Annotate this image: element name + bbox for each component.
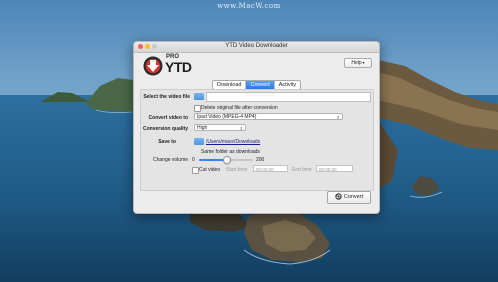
- select-video-label: Select the video file: [143, 94, 190, 100]
- tab-activity[interactable]: Activity: [275, 81, 300, 89]
- convert-format-select[interactable]: Ipad Video (MPEG-4 MP4) ⇕: [194, 113, 343, 120]
- quality-select[interactable]: High ⇕: [194, 124, 246, 131]
- app-logo: PRO YTD: [143, 54, 192, 78]
- volume-slider-fill: [199, 159, 226, 161]
- delete-original-checkbox[interactable]: [194, 105, 201, 112]
- window-title: YTD Video Downloader: [225, 43, 288, 49]
- cut-video-label: Cut video: [199, 167, 221, 173]
- download-disc-icon: [143, 56, 163, 76]
- select-arrows-icon: ⇕: [239, 126, 243, 131]
- select-arrows-icon: ⇕: [336, 115, 340, 120]
- same-folder-checkbox[interactable]: [194, 149, 201, 156]
- convert-to-label: Convert video to: [148, 115, 188, 121]
- same-folder-label: Same folder as downloads: [201, 149, 260, 155]
- folder-icon[interactable]: [194, 93, 204, 100]
- tab-download[interactable]: Download: [213, 81, 247, 89]
- convert-button-label: Convert: [343, 194, 364, 200]
- convert-format-value: Ipad Video (MPEG-4 MP4): [197, 114, 257, 120]
- quality-label: Conversion quality: [142, 126, 188, 132]
- watermark-text: www.MacW.com: [217, 2, 281, 10]
- volume-min-label: 0: [192, 157, 195, 163]
- folder-icon[interactable]: [194, 138, 204, 145]
- convert-button[interactable]: Convert: [327, 191, 371, 204]
- save-path-link[interactable]: /Users/mace/Downloads: [206, 139, 260, 145]
- help-button-label: Help: [351, 60, 362, 66]
- volume-label: Change volume: [153, 157, 189, 163]
- tab-convert[interactable]: Convert: [246, 81, 275, 89]
- volume-slider-thumb[interactable]: [223, 156, 231, 164]
- save-to-label: Save to: [158, 139, 176, 145]
- cut-video-checkbox[interactable]: [192, 167, 199, 174]
- quality-value: High: [197, 125, 208, 131]
- volume-max-label: 200: [256, 157, 265, 163]
- help-button[interactable]: Help▾: [344, 58, 372, 68]
- start-time-label: Start time: [226, 167, 248, 173]
- end-time-label: End time: [292, 167, 312, 173]
- end-time-input[interactable]: 00:00:00: [316, 165, 353, 172]
- start-time-input[interactable]: 00:00:00: [253, 165, 288, 172]
- video-file-input[interactable]: [206, 92, 371, 102]
- convert-arrows-icon: [335, 193, 342, 200]
- delete-original-label: Delete original file after conversion: [201, 105, 278, 111]
- window-titlebar[interactable]: YTD Video Downloader: [134, 42, 379, 53]
- chevron-down-icon: ▾: [362, 60, 365, 65]
- logo-ytd-text: YTD: [165, 59, 192, 75]
